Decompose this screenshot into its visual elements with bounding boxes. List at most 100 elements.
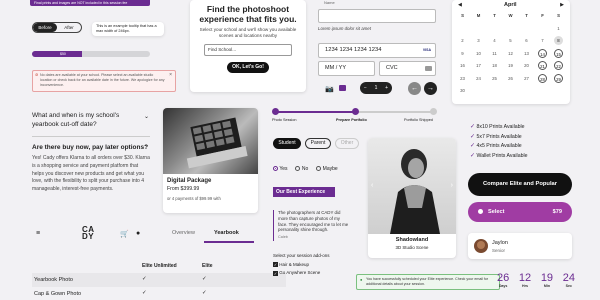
before-after-toggle[interactable]: Before After — [32, 22, 82, 33]
weekday-label: M — [476, 13, 481, 18]
role-student[interactable]: Student — [273, 138, 301, 149]
checkbox-checked[interactable]: ✓ — [273, 270, 278, 276]
error-alert: ⊘ No dates are available at your school.… — [32, 70, 176, 92]
calendar-day[interactable]: 15 — [554, 48, 563, 58]
profile-card[interactable]: Jaylon Senior — [468, 233, 572, 259]
calendar-day[interactable]: 21 — [538, 61, 547, 70]
calendar-day[interactable]: 29 — [554, 73, 563, 83]
arrow-left-button[interactable]: ← — [408, 82, 421, 95]
close-icon[interactable]: × — [169, 73, 172, 78]
feature-label: 5x7 Prints Available — [476, 133, 522, 140]
check-icon: ✓ — [142, 290, 147, 296]
faq-item-bnpl[interactable]: Are there buy now, pay later options? ⌃ … — [32, 143, 150, 194]
cvc-input[interactable]: CVC — [379, 61, 436, 76]
faq-item-cutoff[interactable]: What and when is my school's yearbook cu… — [32, 111, 150, 137]
next-month-icon[interactable]: ▶ — [560, 2, 564, 8]
before-option[interactable]: Before — [33, 23, 57, 32]
calendar-day[interactable]: 1 — [554, 24, 563, 33]
card-number-value: 1234 1234 1234 1234 — [325, 47, 382, 53]
name-label: Name — [324, 0, 335, 5]
calendar-day[interactable]: 6 — [522, 36, 531, 45]
calendar-day[interactable]: 27 — [522, 74, 531, 83]
calendar-day[interactable]: 18 — [490, 61, 499, 70]
weekday-label: F — [541, 13, 544, 18]
countdown-hours: 12 Hrs — [519, 272, 531, 288]
calendar-day[interactable]: 7 — [538, 36, 547, 45]
tab-indicator — [204, 241, 254, 243]
countdown: 26 Days 12 Hrs 19 Min 24 Sec — [497, 272, 575, 288]
lets-go-button[interactable]: OK, Let's Go! — [227, 62, 269, 73]
addon-hair-makeup[interactable]: ✓ Hair & Makeup — [273, 262, 330, 268]
minus-button[interactable]: − — [364, 82, 367, 94]
image-icon[interactable] — [339, 85, 346, 91]
after-option[interactable]: After — [57, 23, 81, 32]
testimonial-quote: The photographers at CADY did more than … — [273, 210, 349, 241]
calendar-day[interactable]: 22 — [554, 61, 563, 70]
prev-month-icon[interactable]: ◀ — [458, 2, 462, 8]
countdown-seconds-label: Sec — [565, 284, 573, 288]
quantity-stepper[interactable]: − 1 + — [360, 82, 392, 94]
calendar-day[interactable]: 10 — [474, 49, 483, 58]
visa-icon: VISA — [422, 48, 431, 52]
radio-maybe[interactable]: Maybe — [316, 166, 338, 172]
chevron-right-icon[interactable]: › — [451, 182, 453, 189]
calendar-day[interactable]: 17 — [474, 61, 483, 70]
package-card[interactable]: Digital Package From $399.99 or 4 paymen… — [163, 108, 258, 213]
role-other[interactable]: Other — [335, 138, 359, 149]
success-alert: ● You have successfully scheduled your E… — [356, 274, 500, 290]
calendar-day[interactable]: 4 — [490, 36, 499, 45]
calendar-day[interactable]: 23 — [458, 74, 467, 83]
radio-no[interactable]: No — [295, 166, 308, 172]
calendar-day[interactable]: 3 — [474, 36, 483, 45]
best-experience-badge: Our Best Experience — [273, 187, 335, 197]
step-label-1: Photo Session — [272, 118, 297, 122]
calendar-day[interactable]: 28 — [538, 73, 547, 83]
arrow-right-button[interactable]: → — [424, 82, 437, 95]
scene-card[interactable]: ‹ › Shadowland 3D Studio Scene — [368, 138, 456, 258]
scene-title: Shadowland — [395, 237, 429, 243]
checkbox-checked[interactable]: ✓ — [273, 262, 278, 268]
check-icon: ✓ — [202, 290, 207, 296]
calendar-day[interactable]: 16 — [458, 61, 467, 70]
radio-yes[interactable]: Yes — [273, 166, 287, 172]
select-button[interactable]: Select $79 — [468, 202, 572, 222]
weekday-label: T — [493, 13, 496, 18]
addon-go-anywhere[interactable]: ✓ Go Anywhere Scene — [273, 270, 330, 276]
plus-button[interactable]: + — [385, 82, 388, 94]
calendar-day[interactable]: 26 — [506, 74, 515, 83]
role-parent[interactable]: Parent — [305, 138, 331, 149]
chevron-left-icon[interactable]: ‹ — [371, 182, 373, 189]
school-search-input[interactable]: Find School... — [204, 44, 292, 56]
calendar-day[interactable]: 12 — [506, 49, 515, 58]
calendar-day[interactable]: 20 — [522, 61, 531, 70]
calendar-day[interactable]: 14 — [538, 48, 547, 58]
calendar-day[interactable]: 25 — [490, 74, 499, 83]
step-label-2: Prepare Portfolio — [336, 118, 367, 122]
text-input[interactable] — [318, 9, 436, 23]
hamburger-menu-icon[interactable]: ≡ — [36, 230, 40, 237]
radio-group: Yes No Maybe — [273, 166, 338, 172]
calendar-day[interactable]: 24 — [474, 74, 483, 83]
calendar-day[interactable]: 5 — [506, 36, 515, 45]
calendar-day[interactable]: 9 — [458, 49, 467, 58]
cart-icon[interactable]: 🛒 — [120, 230, 129, 238]
check-icon: ✓ — [470, 124, 476, 130]
user-icon[interactable]: ● — [136, 230, 140, 237]
radio-yes-label: Yes — [279, 166, 288, 172]
calendar-day[interactable]: 19 — [506, 61, 515, 70]
camera-icon[interactable]: 📷 — [325, 85, 334, 93]
calendar-day[interactable]: 2 — [458, 36, 467, 45]
calendar-day[interactable]: 11 — [490, 49, 499, 58]
expiry-input[interactable]: MM / YY — [318, 61, 375, 76]
profile-name: Jaylon — [492, 240, 508, 246]
tab-overview[interactable]: Overview — [172, 230, 195, 236]
calendar-day[interactable]: 13 — [522, 49, 531, 58]
feature-item: ✓ 5x7 Prints Available — [470, 133, 528, 143]
tab-yearbook[interactable]: Yearbook — [214, 230, 239, 236]
compare-button[interactable]: Compare Elite and Popular — [468, 173, 572, 196]
radio-no-label: No — [301, 166, 309, 172]
error-icon: ⊘ — [35, 72, 39, 77]
calendar-day[interactable]: 30 — [458, 86, 467, 95]
card-number-input[interactable]: 1234 1234 1234 1234 VISA — [318, 43, 436, 58]
calendar-day[interactable]: 8 — [554, 36, 563, 45]
